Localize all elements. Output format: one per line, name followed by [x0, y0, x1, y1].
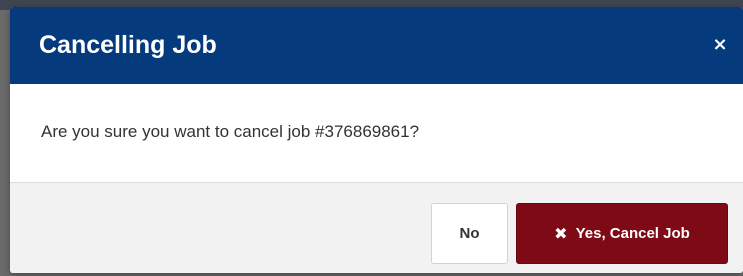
- close-icon: ×: [712, 34, 728, 55]
- no-button[interactable]: No: [431, 203, 508, 264]
- x-mark-icon: ✖: [554, 223, 568, 243]
- confirm-message: Are you sure you want to cancel job #376…: [41, 122, 420, 141]
- modal-title: Cancelling Job: [39, 31, 217, 59]
- yes-cancel-job-label: Yes, Cancel Job: [575, 225, 690, 242]
- modal-footer: No ✖ Yes, Cancel Job: [10, 182, 743, 273]
- cancel-job-modal: Cancelling Job × Are you sure you want t…: [10, 7, 743, 273]
- modal-body: Are you sure you want to cancel job #376…: [10, 84, 743, 182]
- yes-cancel-job-button[interactable]: ✖ Yes, Cancel Job: [516, 203, 728, 264]
- close-button[interactable]: ×: [710, 34, 730, 56]
- modal-header: Cancelling Job ×: [10, 7, 743, 84]
